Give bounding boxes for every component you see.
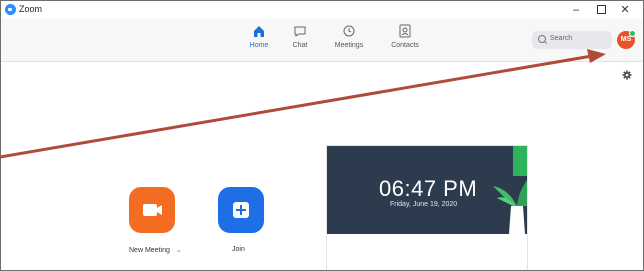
chat-icon	[292, 23, 308, 39]
clock-icon	[341, 23, 357, 39]
zoom-window: Zoom – ✕ Home Chat Meetings Contacts Sea…	[0, 0, 644, 271]
join-button[interactable]	[218, 187, 264, 233]
video-camera-icon	[143, 204, 162, 216]
tab-contacts-label: Contacts	[391, 42, 419, 49]
tab-meetings[interactable]: Meetings	[321, 23, 377, 49]
calendar-card: 06:47 PM Friday, June 19, 2020	[326, 145, 528, 270]
search-placeholder: Search	[550, 35, 573, 42]
search-icon	[538, 35, 546, 43]
tab-meetings-label: Meetings	[334, 42, 364, 49]
current-date: Friday, June 19, 2020	[390, 201, 458, 208]
avatar-initials: MS	[620, 36, 632, 43]
tab-chat[interactable]: Chat	[272, 23, 328, 49]
tab-chat-label: Chat	[292, 42, 308, 49]
window-title: Zoom	[19, 4, 43, 14]
calendar-banner: 06:47 PM Friday, June 19, 2020	[327, 146, 527, 234]
current-time: 06:47 PM	[379, 176, 478, 201]
new-meeting-text: New Meeting	[129, 247, 170, 254]
join-label: Join	[232, 246, 245, 253]
home-icon	[251, 23, 267, 39]
tab-contacts[interactable]: Contacts	[377, 23, 433, 49]
title-bar: Zoom – ✕	[1, 1, 643, 19]
minimize-button[interactable]: –	[566, 2, 586, 18]
new-meeting-label: New Meeting ⌄	[129, 246, 182, 254]
online-status-icon	[629, 30, 636, 37]
chevron-down-icon[interactable]: ⌄	[176, 247, 182, 254]
new-meeting-button[interactable]	[129, 187, 175, 233]
maximize-icon	[596, 4, 606, 14]
close-button[interactable]: ✕	[615, 2, 635, 18]
plus-icon	[233, 202, 249, 218]
plant-illustration-icon	[479, 146, 527, 234]
avatar[interactable]: MS	[617, 30, 636, 49]
zoom-logo-icon	[5, 4, 16, 15]
gear-icon[interactable]	[622, 67, 632, 80]
maximize-button[interactable]	[591, 2, 611, 18]
contacts-icon	[397, 23, 413, 39]
search-input[interactable]: Search	[532, 31, 612, 49]
